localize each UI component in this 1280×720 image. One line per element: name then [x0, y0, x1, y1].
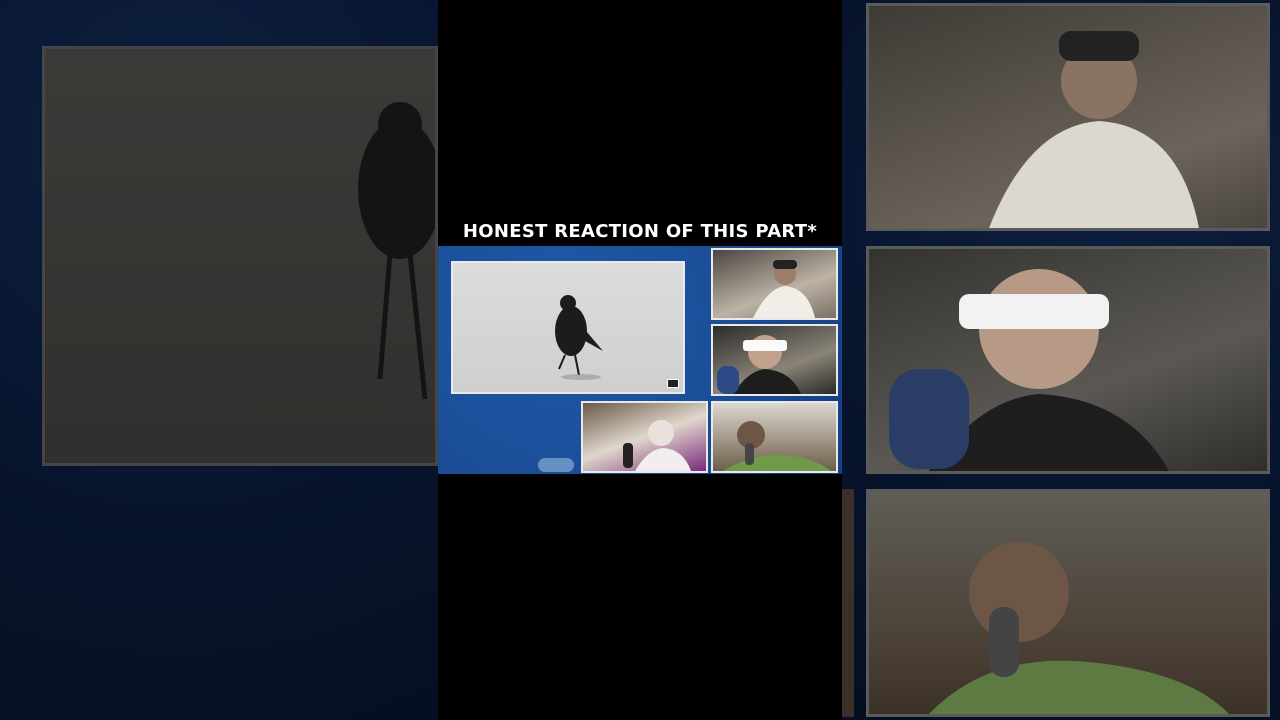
short-video-player[interactable]: HONEST REACTION OF THIS PART*: [438, 0, 842, 720]
person-headphones-icon: [623, 420, 691, 471]
video-caption: HONEST REACTION OF THIS PART*: [462, 221, 818, 242]
person-sunglasses-icon: [889, 269, 1169, 471]
reaction-collage: [438, 246, 842, 474]
person-sunglasses-icon: [717, 335, 801, 394]
background-webcam-1: [866, 3, 1270, 231]
crow-icon: [555, 295, 603, 380]
background-strip: [842, 489, 854, 717]
reactor-webcam-4: [711, 401, 838, 473]
background-webcam-2: [866, 246, 1270, 474]
person-microphone-icon: [929, 542, 1229, 714]
reactor-webcam-2: [711, 324, 838, 396]
blurred-background-left: [0, 0, 442, 720]
background-webcam-3: [866, 489, 1270, 717]
advisory-label-icon: [667, 379, 679, 388]
reactor-webcam-1: [711, 248, 838, 320]
reactor-webcam-3: [581, 401, 708, 473]
person-silhouette-icon: [989, 31, 1199, 228]
crow-clip: [451, 261, 685, 394]
person-microphone-icon: [723, 421, 831, 471]
person-laughing-icon: [753, 260, 815, 318]
